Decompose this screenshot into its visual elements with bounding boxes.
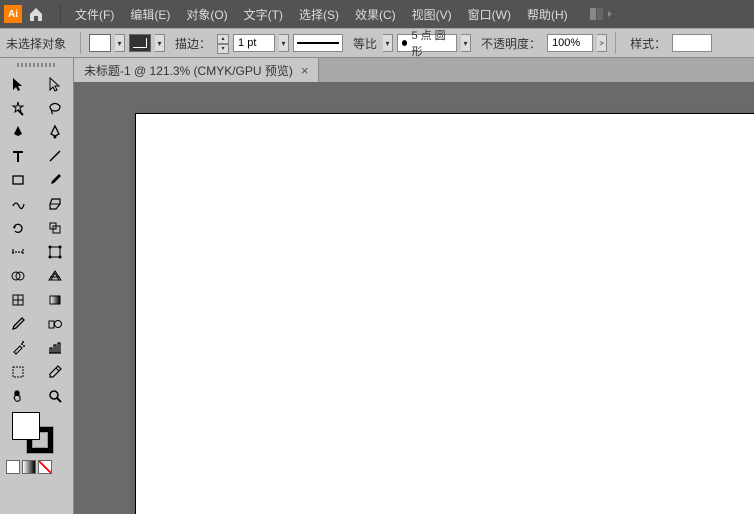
color-swatches xyxy=(0,408,73,458)
opacity-input[interactable] xyxy=(547,34,593,52)
stroke-profile-preview[interactable] xyxy=(293,34,343,52)
ratio-label: 等比 xyxy=(353,35,377,52)
menu-item[interactable]: 对象(O) xyxy=(178,2,235,27)
rotate-tool[interactable] xyxy=(0,216,37,240)
shape-builder-tool[interactable] xyxy=(0,264,37,288)
curvature-tool[interactable] xyxy=(37,120,74,144)
mesh-tool[interactable] xyxy=(0,288,37,312)
shaper-tool[interactable] xyxy=(0,192,37,216)
opacity-dropdown[interactable]: > xyxy=(597,34,607,52)
canvas-area[interactable] xyxy=(74,82,754,514)
app-logo: Ai xyxy=(4,5,22,23)
column-graph-tool[interactable] xyxy=(37,336,74,360)
stroke-stepper[interactable]: ▴▾ xyxy=(217,34,229,52)
selection-tool[interactable] xyxy=(0,72,37,96)
menu-item[interactable]: 文字(T) xyxy=(236,2,291,27)
menu-item[interactable]: 窗口(W) xyxy=(460,2,519,27)
line-segment-tool[interactable] xyxy=(37,144,74,168)
selection-status: 未选择对象 xyxy=(6,35,66,52)
tools-panel xyxy=(0,58,74,514)
color-mode-gradient[interactable] xyxy=(22,460,36,474)
menu-item[interactable]: 选择(S) xyxy=(291,2,347,27)
fill-swatch[interactable] xyxy=(89,34,111,52)
stroke-label: 描边： xyxy=(175,35,211,52)
artboard-tool[interactable] xyxy=(0,360,37,384)
menu-item[interactable]: 文件(F) xyxy=(67,2,122,27)
style-swatch[interactable] xyxy=(672,34,712,52)
brush-dropdown[interactable]: ▾ xyxy=(461,34,471,52)
close-tab-icon[interactable]: × xyxy=(301,63,309,78)
slice-tool[interactable] xyxy=(37,360,74,384)
pen-tool[interactable] xyxy=(0,120,37,144)
home-icon[interactable] xyxy=(26,4,46,24)
layout-switch-icon[interactable] xyxy=(588,6,616,22)
type-tool[interactable] xyxy=(0,144,37,168)
stroke-weight-input[interactable] xyxy=(233,34,275,52)
color-mode-none[interactable] xyxy=(38,460,52,474)
paintbrush-tool[interactable] xyxy=(37,168,74,192)
fill-dropdown[interactable]: ▾ xyxy=(115,34,125,52)
free-transform-tool[interactable] xyxy=(37,240,74,264)
artboard[interactable] xyxy=(136,114,754,514)
direct-selection-tool[interactable] xyxy=(37,72,74,96)
gradient-tool[interactable] xyxy=(37,288,74,312)
hand-tool[interactable] xyxy=(0,384,37,408)
perspective-grid-tool[interactable] xyxy=(37,264,74,288)
stroke-weight-dropdown[interactable]: ▾ xyxy=(279,34,289,52)
eyedropper-tool[interactable] xyxy=(0,312,37,336)
menu-item[interactable]: 视图(V) xyxy=(404,2,460,27)
brush-preview[interactable]: 5 点 圆形 xyxy=(397,34,457,52)
lasso-tool[interactable] xyxy=(37,96,74,120)
ratio-dropdown[interactable]: ▾ xyxy=(383,34,393,52)
symbol-sprayer-tool[interactable] xyxy=(0,336,37,360)
stroke-swatch[interactable] xyxy=(129,34,151,52)
scale-tool[interactable] xyxy=(37,216,74,240)
tab-title: 未标题-1 @ 121.3% (CMYK/GPU 预览) xyxy=(84,62,293,79)
stroke-dropdown[interactable]: ▾ xyxy=(155,34,165,52)
document-tab[interactable]: 未标题-1 @ 121.3% (CMYK/GPU 预览) × xyxy=(74,58,319,82)
eraser-tool[interactable] xyxy=(37,192,74,216)
blend-tool[interactable] xyxy=(37,312,74,336)
menu-item[interactable]: 帮助(H) xyxy=(519,2,576,27)
width-tool[interactable] xyxy=(0,240,37,264)
document-tabs: 未标题-1 @ 121.3% (CMYK/GPU 预览) × xyxy=(74,58,754,82)
menu-bar: Ai 文件(F)编辑(E)对象(O)文字(T)选择(S)效果(C)视图(V)窗口… xyxy=(0,0,754,28)
color-mode-solid[interactable] xyxy=(6,460,20,474)
fill-color-box[interactable] xyxy=(12,412,40,440)
separator xyxy=(60,3,61,25)
opacity-label: 不透明度： xyxy=(481,35,541,52)
menu-items: 文件(F)编辑(E)对象(O)文字(T)选择(S)效果(C)视图(V)窗口(W)… xyxy=(67,2,576,27)
options-bar: 未选择对象 ▾ ▾ 描边： ▴▾ ▾ 等比 ▾ 5 点 圆形 ▾ 不透明度： >… xyxy=(0,28,754,58)
menu-item[interactable]: 效果(C) xyxy=(347,2,404,27)
menu-item[interactable]: 编辑(E) xyxy=(122,2,178,27)
magic-wand-tool[interactable] xyxy=(0,96,37,120)
panel-grip[interactable] xyxy=(0,58,73,72)
style-label: 样式： xyxy=(630,35,666,52)
zoom-tool[interactable] xyxy=(37,384,74,408)
rectangle-tool[interactable] xyxy=(0,168,37,192)
